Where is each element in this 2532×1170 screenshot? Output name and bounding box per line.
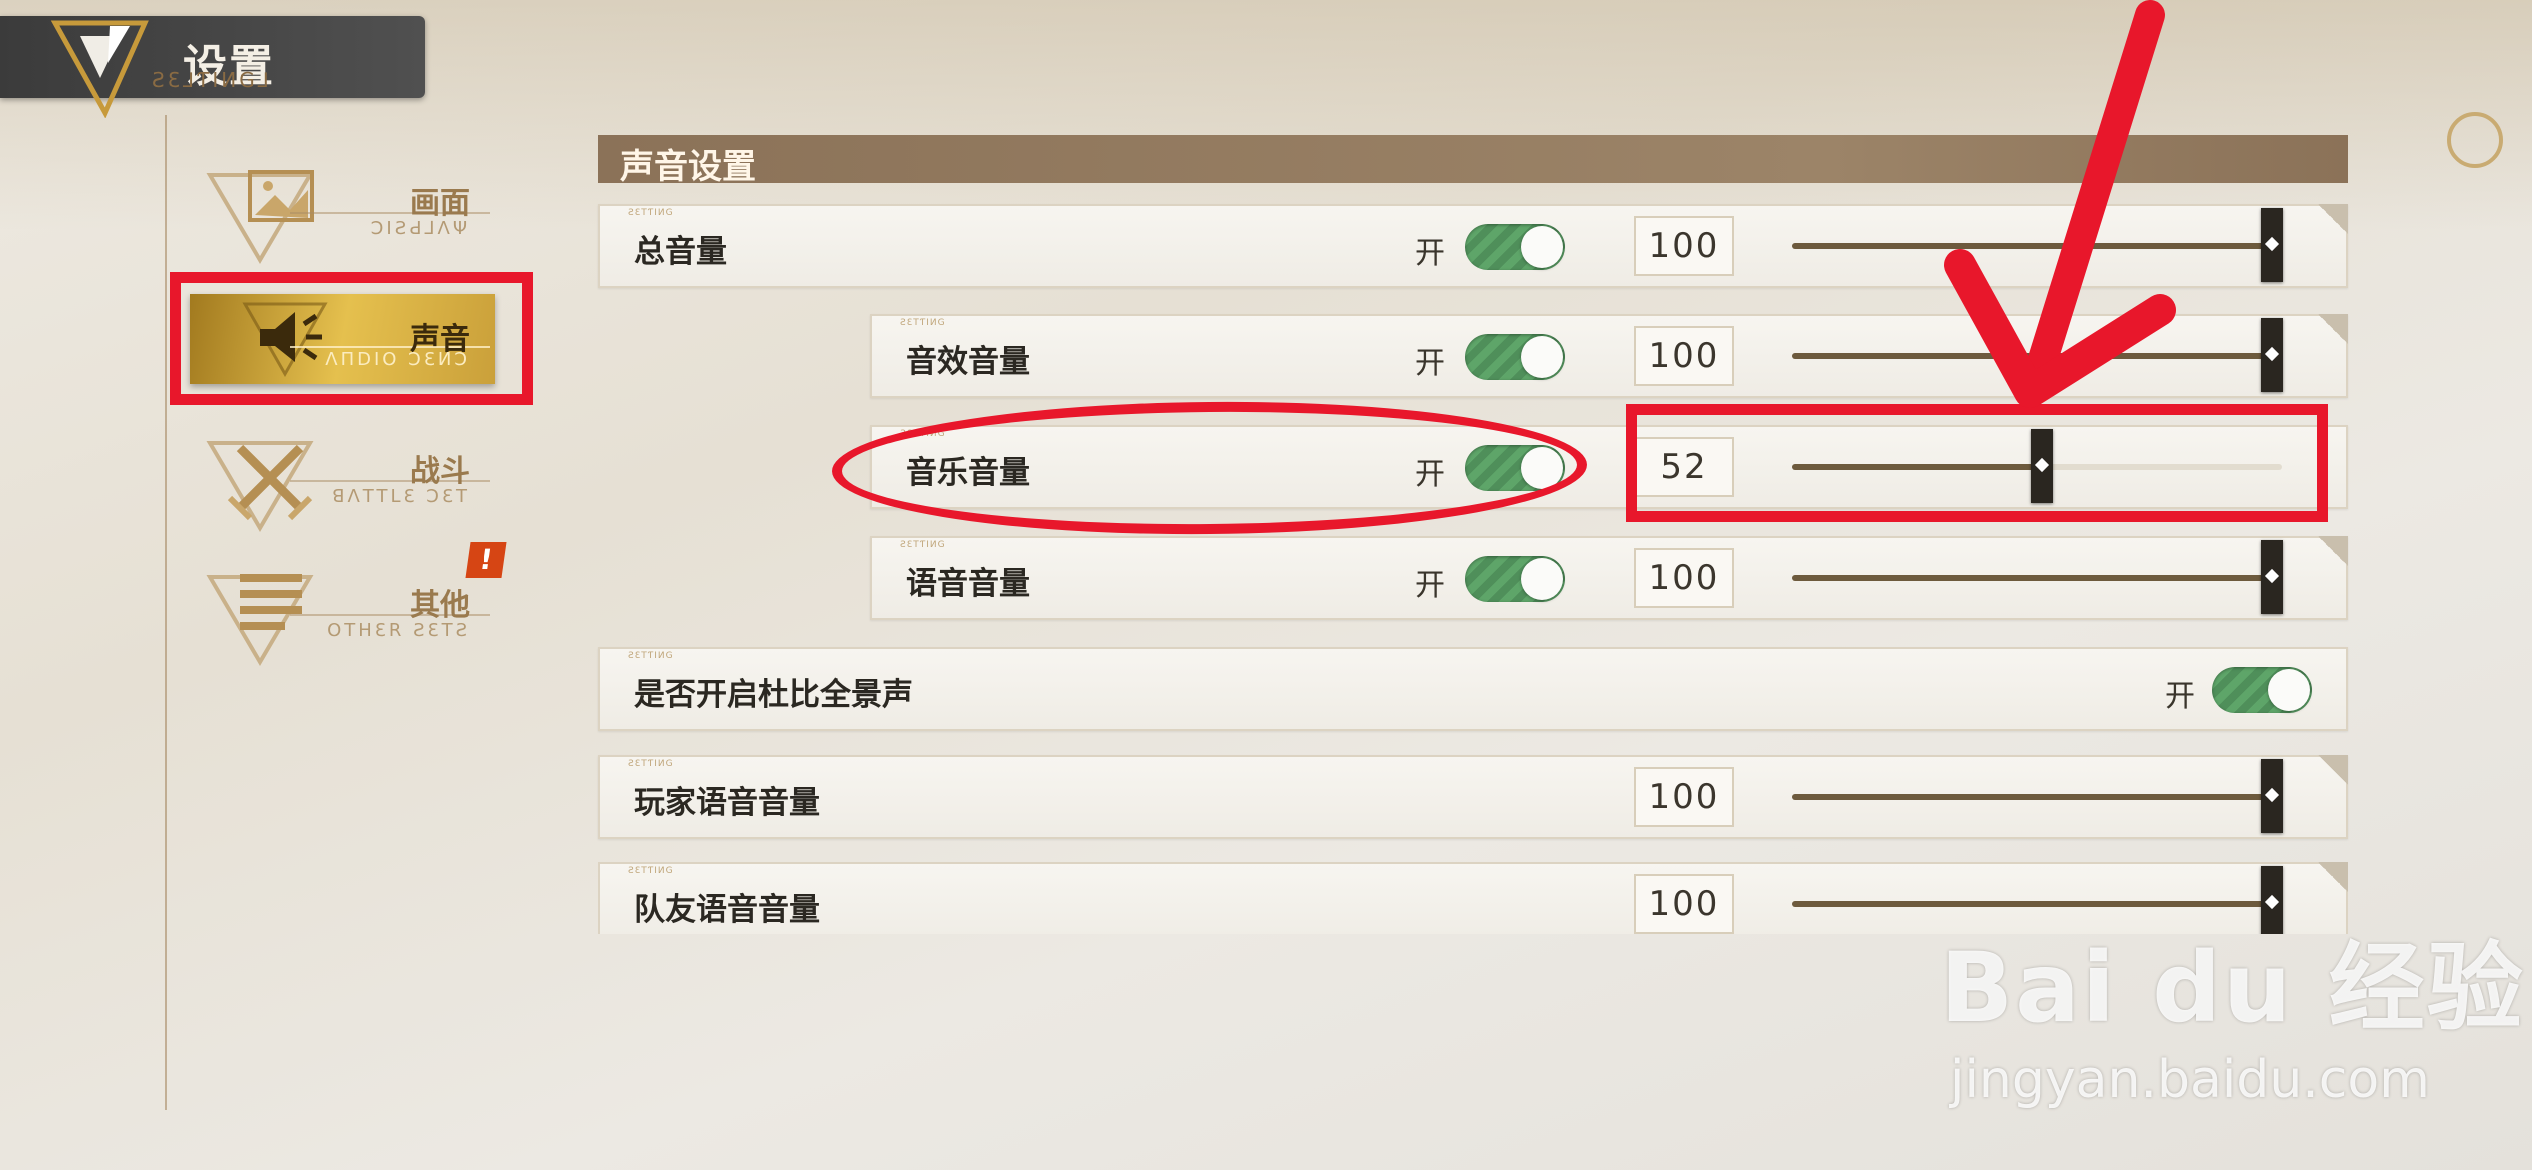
- watermark-url: jingyan.baidu.com: [1950, 1050, 2430, 1110]
- watermark-brand: Bai du 经验: [1940, 932, 2525, 1044]
